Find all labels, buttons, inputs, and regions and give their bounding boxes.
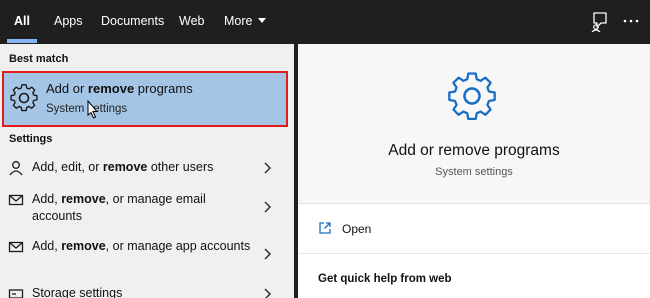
settings-result-label: Add, edit, or remove other users [32,160,214,174]
active-tab-indicator [7,39,37,43]
open-action[interactable]: Open [298,204,650,254]
open-label: Open [342,222,372,236]
settings-result-label: Add, remove, or manage email accounts [32,192,206,223]
chevron-right-icon [264,288,272,298]
details-header: Add or remove programs System settings [298,44,650,204]
best-match-result[interactable]: Add or remove programs System settings [2,71,288,127]
open-icon [319,222,331,234]
mail-icon [8,241,24,253]
best-match-title: Add or remove programs [46,81,193,96]
gear-icon [10,84,38,112]
tab-more-label: More [224,14,253,28]
person-icon [9,161,23,176]
tab-apps[interactable]: Apps [54,0,83,44]
settings-heading: Settings [9,133,53,145]
settings-result-email-accounts[interactable]: Add, remove, or manage email accounts [0,190,294,228]
gear-icon [448,72,496,121]
best-match-heading: Best match [9,53,69,65]
chevron-right-icon [264,201,272,213]
quick-help-heading: Get quick help from web [318,273,452,285]
tab-web[interactable]: Web [179,0,204,44]
mail-icon [8,194,24,206]
tab-documents[interactable]: Documents [101,0,164,44]
more-options-icon[interactable] [620,10,642,32]
search-scope-bar: All Apps Documents Web More [0,0,650,44]
feedback-icon[interactable] [588,10,610,32]
tab-more[interactable]: More [224,0,267,44]
tab-all[interactable]: All [14,0,30,44]
results-pane: Best match Add or remove programs System… [0,44,294,298]
settings-result-app-accounts[interactable]: Add, remove, or manage app accounts [0,237,294,275]
settings-result-label: Storage settings [32,286,123,298]
mouse-pointer-icon [87,100,99,119]
caret-down-icon [258,18,267,24]
details-title: Add or remove programs [388,142,560,159]
settings-result-label: Add, remove, or manage app accounts [32,239,251,253]
settings-result-users[interactable]: Add, edit, or remove other users [0,158,294,190]
settings-result-storage[interactable]: Storage settings [0,284,294,298]
details-subtitle: System settings [435,166,513,178]
storage-icon [8,289,24,298]
details-pane: Add or remove programs System settings O… [298,44,650,298]
chevron-right-icon [264,248,272,260]
chevron-right-icon [264,162,272,174]
